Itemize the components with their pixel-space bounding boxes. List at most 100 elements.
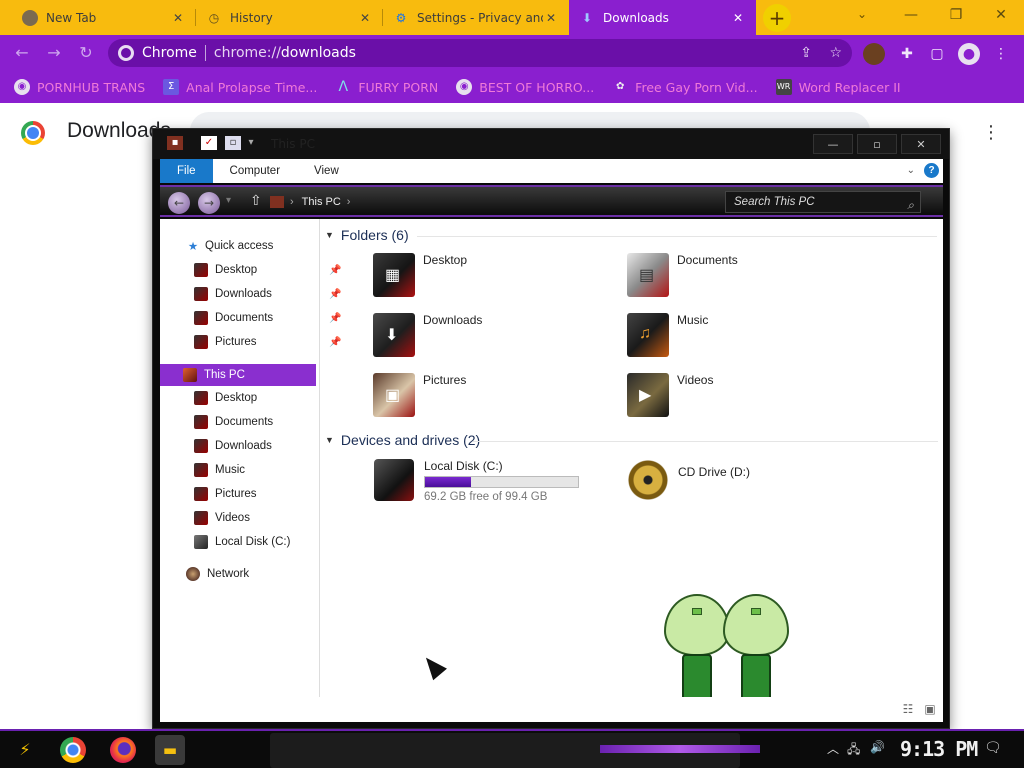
side-panel-icon[interactable]: ▢	[926, 43, 948, 65]
collapse-caret-icon[interactable]: ▼	[325, 435, 334, 445]
tab-file[interactable]: File	[160, 159, 213, 183]
recent-locations-icon[interactable]: ▾	[226, 195, 231, 206]
back-button[interactable]: ←	[168, 192, 190, 214]
network-tray-icon[interactable]: 🖧	[847, 740, 860, 761]
folder-downloads[interactable]: ⬇ Downloads	[373, 313, 482, 357]
nav-pc-item[interactable]: Music	[194, 460, 245, 480]
ribbon-expand-icon[interactable]: ⌄	[907, 165, 915, 176]
star-icon[interactable]: ☆	[829, 45, 842, 61]
nav-network[interactable]: Network	[186, 564, 249, 584]
folder-documents[interactable]: ▤ Documents	[627, 253, 738, 297]
tab-new-tab[interactable]: New Tab ✕	[12, 0, 196, 35]
nav-pc-item[interactable]: Documents	[194, 412, 273, 432]
new-folder-icon[interactable]: ▫	[225, 136, 241, 150]
tab-label: Settings - Privacy and	[417, 10, 543, 25]
firefox-taskbar-icon[interactable]	[110, 737, 136, 763]
drive-local-disk[interactable]: Local Disk (C:) 69.2 GB free of 99.4 GB	[374, 459, 584, 507]
nav-qa-item[interactable]: Documents 📌	[194, 308, 341, 328]
pin-icon[interactable]: 📌	[329, 265, 341, 276]
address-bar[interactable]: Chrome chrome:// downloads ⇪ ☆	[108, 39, 852, 67]
tab-search-icon[interactable]: ⌄	[852, 7, 872, 27]
file-explorer-taskbar-icon[interactable]: ▬	[155, 735, 185, 765]
chrome-taskbar-icon[interactable]	[60, 737, 86, 763]
tab-computer[interactable]: Computer	[213, 159, 298, 183]
folder-music[interactable]: ♫ Music	[627, 313, 708, 357]
bookmark-item[interactable]: Σ Anal Prolapse Time...	[163, 79, 317, 95]
avatar[interactable]: ●	[958, 43, 980, 65]
extensions-icon[interactable]: ✚	[896, 43, 918, 65]
nav-qa-item[interactable]: Pictures 📌	[194, 332, 341, 352]
nav-qa-item[interactable]: Downloads 📌	[194, 284, 341, 304]
explorer-titlebar[interactable]: ▪ ✓ ▫ ▾ This PC — ▫ ✕	[153, 129, 949, 159]
close-icon[interactable]: ✕	[730, 10, 746, 26]
reload-button[interactable]: ↻	[76, 43, 96, 63]
forward-button[interactable]: →	[44, 43, 64, 63]
help-icon[interactable]: ?	[924, 163, 939, 178]
folder-pictures[interactable]: ▣ Pictures	[373, 373, 466, 417]
restore-button[interactable]: ❐	[941, 4, 971, 26]
share-icon[interactable]: ⇪	[800, 45, 812, 61]
more-menu-icon[interactable]: ⋮	[982, 122, 1000, 144]
nav-pc-item[interactable]: Pictures	[194, 484, 257, 504]
back-button[interactable]: ←	[12, 43, 32, 63]
nav-quick-access[interactable]: ★ Quick access	[186, 236, 274, 256]
forward-button[interactable]: →	[198, 192, 220, 214]
drive-cd[interactable]: CD Drive (D:)	[628, 459, 768, 507]
taskbar-clock[interactable]: 9:13 PM	[900, 737, 978, 761]
close-icon[interactable]: ✕	[170, 10, 186, 26]
nav-this-pc[interactable]: This PC	[160, 364, 316, 386]
bookmark-label: Free Gay Porn Vid...	[635, 79, 758, 95]
bookmark-item[interactable]: ◉ BEST OF HORRO...	[456, 79, 594, 95]
properties-icon[interactable]: ✓	[201, 136, 217, 150]
pin-icon[interactable]: 📌	[329, 313, 341, 324]
folder-videos[interactable]: ▶ Videos	[627, 373, 713, 417]
chrome-icon	[118, 45, 134, 61]
minimize-button[interactable]: —	[896, 4, 926, 26]
mascot-decoration	[723, 594, 789, 712]
explorer-close-button[interactable]: ✕	[901, 134, 941, 154]
nav-label: Desktop	[215, 392, 258, 404]
pin-icon[interactable]: 📌	[329, 289, 341, 300]
menu-icon[interactable]: ⋮	[990, 43, 1012, 65]
bookmark-item[interactable]: WR Word Replacer II	[775, 79, 901, 95]
search-input[interactable]: Search This PC ⌕	[725, 191, 921, 213]
collapse-caret-icon[interactable]: ▼	[325, 230, 334, 240]
pin-icon[interactable]: 📌	[329, 337, 341, 348]
folders-group-header[interactable]: ▼ Folders (6)	[325, 227, 937, 243]
nav-pc-item[interactable]: Downloads	[194, 436, 272, 456]
close-icon[interactable]: ✕	[543, 10, 559, 26]
search-icon[interactable]: ⌕	[907, 195, 914, 215]
tab-downloads[interactable]: ⬇ Downloads ✕	[569, 0, 756, 35]
volume-icon[interactable]: 🔊	[870, 740, 885, 754]
close-icon[interactable]: ✕	[357, 10, 373, 26]
profile-extension-icon[interactable]	[863, 43, 885, 65]
large-icons-view-icon[interactable]: ▣	[922, 702, 938, 716]
tab-view[interactable]: View	[297, 159, 356, 183]
start-button[interactable]: ⚡	[10, 735, 40, 765]
taskbar: ⚡ ▬ ︿ 🖧 🔊 9:13 PM 🗨	[0, 729, 1024, 768]
bookmark-item[interactable]: ◉ PORNHUB TRANS	[14, 79, 145, 95]
tab-settings[interactable]: ⚙ Settings - Privacy and ✕	[383, 0, 569, 35]
drives-group-header[interactable]: ▼ Devices and drives (2)	[325, 432, 938, 448]
tab-history[interactable]: ◷ History ✕	[196, 0, 383, 35]
details-view-icon[interactable]: ☷	[900, 702, 916, 716]
chevron-right-icon: ›	[290, 196, 294, 208]
nav-pc-item[interactable]: Videos	[194, 508, 250, 528]
notifications-icon[interactable]: 🗨	[984, 740, 1002, 756]
explorer-maximize-button[interactable]: ▫	[857, 134, 897, 154]
nav-label: Desktop	[215, 264, 258, 276]
location-field[interactable]: › This PC ›	[270, 191, 720, 213]
nav-pc-item[interactable]: Local Disk (C:)	[194, 532, 290, 552]
up-arrow-icon[interactable]: ⇧	[250, 193, 262, 209]
nav-pc-item[interactable]: Desktop	[194, 388, 257, 408]
close-window-button[interactable]: ✕	[986, 4, 1016, 26]
explorer-minimize-button[interactable]: —	[813, 134, 853, 154]
bookmark-item[interactable]: Λ FURRY PORN	[335, 79, 439, 95]
folder-desktop[interactable]: ▦ Desktop	[373, 253, 467, 297]
quick-access-dropdown-icon[interactable]: ▾	[243, 136, 259, 150]
new-tab-button[interactable]: +	[763, 4, 791, 32]
desktop-icon	[194, 391, 208, 405]
tray-chevron-icon[interactable]: ︿	[827, 740, 839, 757]
bookmark-item[interactable]: ✿ Free Gay Porn Vid...	[612, 79, 758, 95]
nav-qa-item[interactable]: Desktop 📌	[194, 260, 341, 280]
